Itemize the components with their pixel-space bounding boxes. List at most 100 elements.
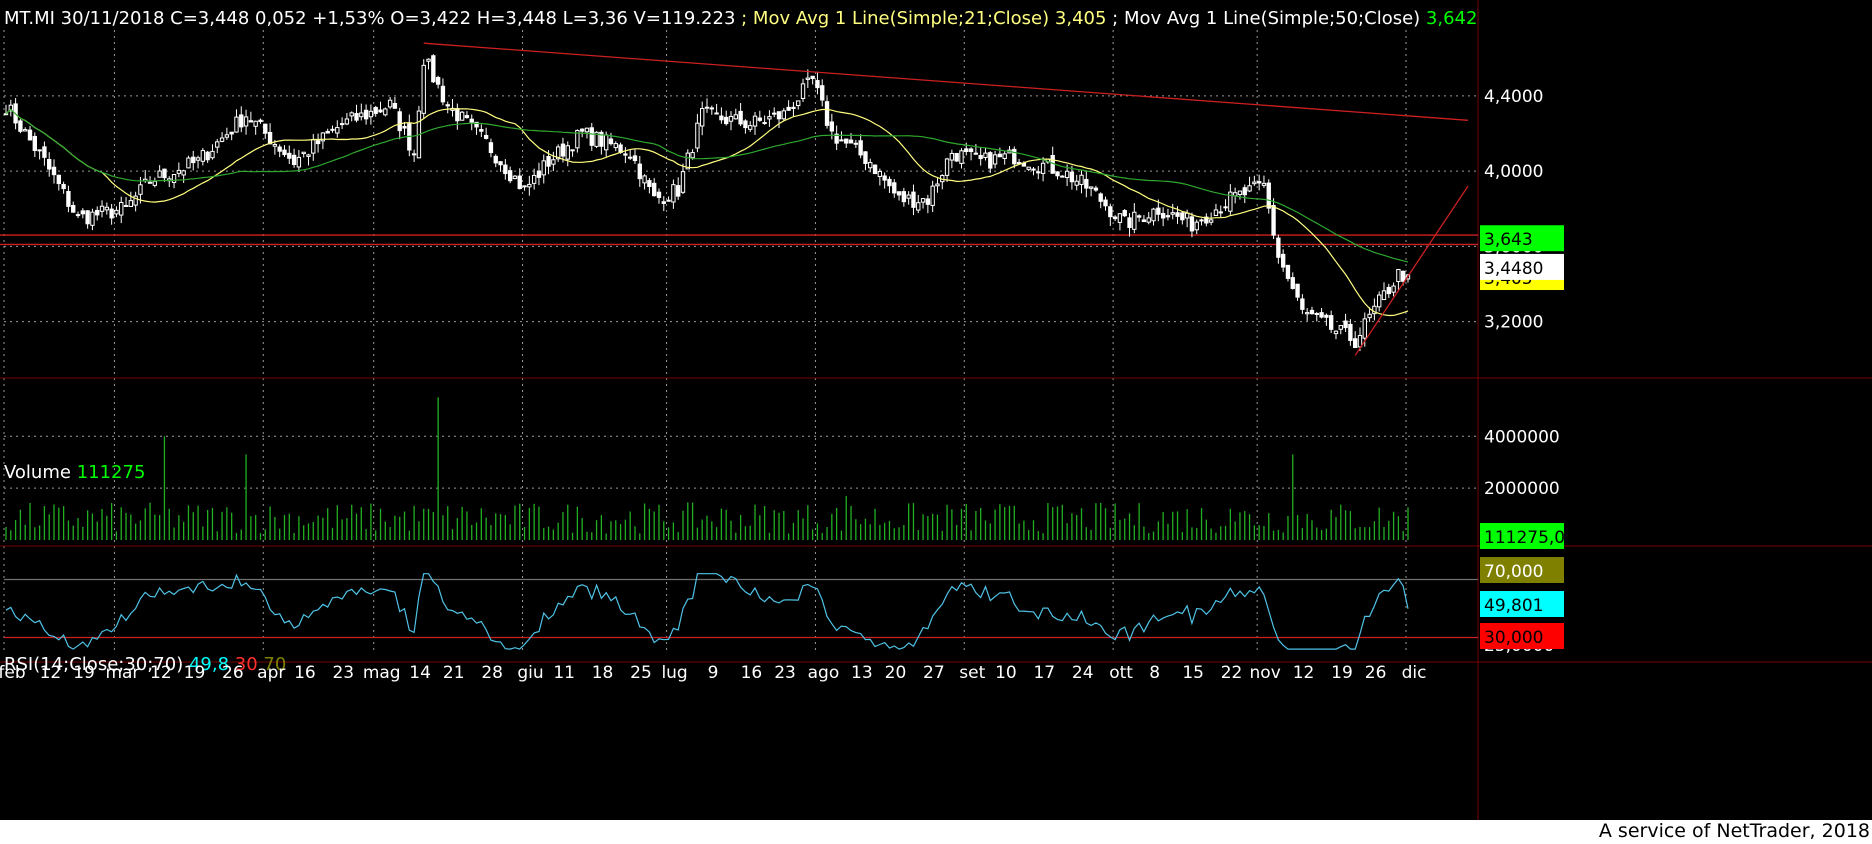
candle-body	[627, 156, 633, 159]
candle-body	[234, 116, 239, 133]
candle-body	[373, 106, 378, 114]
candle-body	[570, 149, 575, 152]
candle-body	[882, 175, 887, 181]
candle-body	[642, 175, 647, 184]
candle-body	[527, 183, 532, 188]
candle-body	[1184, 212, 1190, 219]
ma50-label: ; Mov Avg 1 Line(Simple;50;Close)	[1112, 8, 1420, 29]
y-tick-label: 2000000	[1484, 479, 1560, 499]
candle-body	[728, 115, 734, 122]
candle-body	[589, 127, 594, 146]
candle-body	[1261, 182, 1267, 186]
candle-body	[1108, 206, 1113, 218]
candle-body	[75, 214, 81, 217]
candle-body	[469, 118, 474, 123]
candle-body	[1156, 207, 1161, 215]
candle-body	[848, 139, 854, 144]
candle-body	[1271, 205, 1276, 236]
candle-body	[724, 116, 729, 125]
candle-body	[1088, 186, 1094, 189]
candle-body	[700, 108, 705, 127]
candle-body	[85, 210, 90, 225]
candle-body	[311, 139, 316, 154]
candle-body	[162, 168, 167, 179]
ma21-value: 3,405	[1055, 8, 1107, 29]
x-tick-label: ago	[808, 663, 840, 683]
candle-body	[1242, 187, 1247, 196]
candle-body	[339, 123, 345, 126]
candle-body	[1328, 315, 1334, 330]
candle-body	[1031, 168, 1036, 171]
candle-body	[99, 205, 105, 212]
candle-body	[176, 169, 182, 174]
candle-body	[1141, 219, 1147, 223]
candle-body	[1247, 185, 1252, 192]
x-tick-label: 16	[294, 663, 316, 683]
candle-body	[603, 134, 609, 151]
candle-body	[1189, 216, 1195, 232]
candle-body	[1391, 285, 1396, 293]
candle-body	[267, 131, 273, 145]
x-tick-label: set	[959, 663, 985, 683]
x-tick-label: 15	[1182, 663, 1204, 683]
candle-body	[210, 150, 215, 159]
candle-body	[488, 142, 494, 154]
candle-body	[1208, 219, 1214, 223]
candle-body	[637, 163, 642, 180]
candle-body	[608, 138, 614, 145]
candle-body	[51, 166, 57, 176]
chart-svg: MT.MI 30/11/2018 C=3,448 0,052 +1,53% O=…	[0, 0, 1872, 820]
candle-body	[1353, 338, 1358, 349]
x-tick-label: 26	[1365, 663, 1387, 683]
candle-body	[287, 152, 292, 159]
candle-body	[368, 110, 374, 118]
candle-body	[459, 111, 465, 121]
candle-body	[983, 152, 988, 159]
candle-body	[887, 178, 892, 187]
candle-body	[988, 152, 993, 169]
candle-body	[3, 113, 9, 116]
candle-body	[1194, 221, 1199, 231]
candle-body	[387, 99, 393, 108]
candle-body	[531, 174, 537, 184]
x-tick-label: nov	[1250, 663, 1281, 683]
chart-background	[0, 0, 1872, 820]
candle-body	[1122, 210, 1127, 217]
candle-body	[27, 129, 33, 141]
candle-body	[805, 77, 811, 80]
candle-body	[1213, 209, 1219, 216]
candle-body	[109, 208, 114, 219]
candle-body	[315, 140, 321, 145]
candle-body	[90, 211, 95, 226]
candle-body	[1132, 211, 1137, 230]
candle-body	[767, 116, 772, 120]
candle-body	[272, 143, 278, 147]
candle-body	[944, 158, 950, 176]
candle-body	[1357, 335, 1363, 348]
candle-body	[776, 111, 782, 120]
candle-body	[1324, 314, 1329, 318]
candle-body	[455, 108, 460, 122]
candle-body	[195, 157, 201, 161]
x-tick-label: 23	[332, 663, 354, 683]
y-tick-label: 4000000	[1484, 427, 1560, 447]
candle-body	[1386, 286, 1391, 295]
candle-body	[1112, 216, 1118, 220]
candle-body	[1348, 323, 1353, 341]
candle-body	[1295, 283, 1300, 298]
candle-body	[440, 85, 446, 103]
candle-body	[743, 120, 748, 129]
candle-body	[1180, 212, 1185, 221]
candle-body	[973, 152, 979, 155]
candle-body	[714, 112, 719, 115]
candle-body	[66, 190, 71, 207]
candle-body	[128, 200, 134, 207]
candle-body	[23, 129, 28, 132]
candle-body	[959, 150, 964, 164]
candle-body	[1165, 215, 1171, 218]
candle-body	[301, 151, 306, 155]
candle-body	[1084, 178, 1089, 189]
candle-body	[796, 100, 801, 107]
candle-body	[522, 185, 527, 188]
x-tick-label: 16	[741, 663, 763, 683]
